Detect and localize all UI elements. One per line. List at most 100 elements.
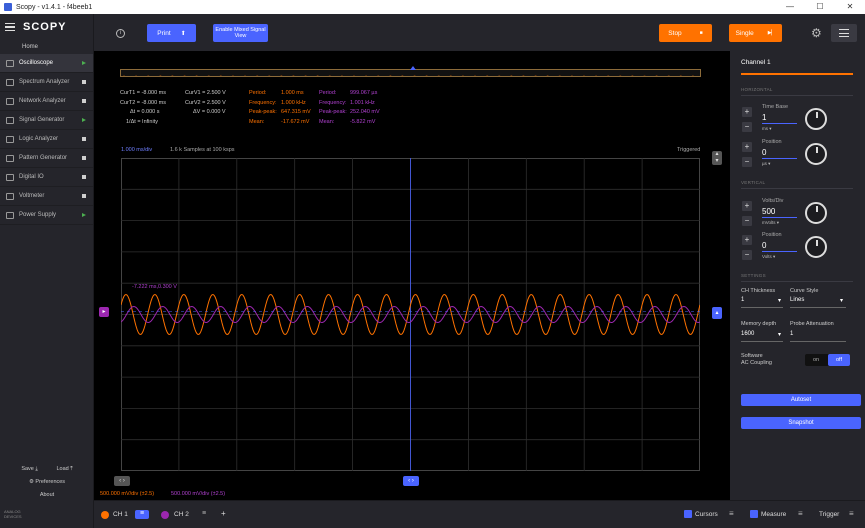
memory-depth-label: Memory depth xyxy=(741,321,777,327)
tool-item-digital-io[interactable]: Digital IO xyxy=(0,168,93,187)
toggle-on-option[interactable]: on xyxy=(805,354,827,366)
load-button[interactable]: Load ⤒ xyxy=(56,466,72,473)
curt2-readout: CurT2 = -8.000 ms xyxy=(120,99,167,106)
time-base-unit[interactable]: ms ▾ xyxy=(762,126,772,132)
tool-item-network-analyzer[interactable]: Network Analyzer xyxy=(0,92,93,111)
minimize-button[interactable]: — xyxy=(775,0,805,14)
tool-status-icon[interactable] xyxy=(82,61,86,65)
oscilloscope-plot-area: CurT1 = -8.000 ms CurT2 = -8.000 ms Δt =… xyxy=(94,51,730,500)
time-base-minus-button[interactable]: − xyxy=(742,122,752,132)
preferences-button[interactable]: ⚙ Preferences xyxy=(0,479,94,485)
tool-status-icon[interactable] xyxy=(82,156,86,160)
print-button[interactable]: Print ⬆ xyxy=(147,24,196,42)
horizontal-scroll-handle[interactable]: ‹ › xyxy=(114,476,130,486)
tool-item-oscilloscope[interactable]: Oscilloscope xyxy=(0,54,93,73)
tool-status-icon[interactable] xyxy=(82,194,86,198)
volts-div-unit[interactable]: mVolts ▾ xyxy=(762,220,779,226)
cursor-volt-readouts: CurV1 = 2.500 V CurV2 = 2.500 V ΔV = 0.0… xyxy=(185,89,226,118)
cursors-label[interactable]: Cursors xyxy=(695,511,718,518)
v-position-minus-button[interactable]: − xyxy=(742,250,752,260)
add-channel-button[interactable]: + xyxy=(221,509,226,518)
tool-status-icon[interactable] xyxy=(82,137,86,141)
measure-menu-button[interactable]: ≡ xyxy=(798,510,803,518)
volts-div-plus-button[interactable]: + xyxy=(742,201,752,211)
probe-attenuation-input[interactable]: 1 xyxy=(790,331,793,337)
general-settings-menu-button[interactable] xyxy=(831,24,857,42)
autoset-button[interactable]: Autoset xyxy=(741,394,861,406)
settings-gear-icon[interactable]: ⚙ xyxy=(811,27,822,39)
memory-depth-select[interactable]: 1600 ▾ xyxy=(741,331,781,338)
vertical-scroll-handle[interactable]: ▴ ▾ xyxy=(712,151,722,165)
buffer-preview-timeline[interactable] xyxy=(120,69,701,77)
trigger-label[interactable]: Trigger xyxy=(819,511,839,518)
tool-status-icon[interactable] xyxy=(82,175,86,179)
snapshot-button[interactable]: Snapshot xyxy=(741,417,861,429)
tool-status-icon[interactable] xyxy=(82,118,86,122)
h-position-plus-button[interactable]: + xyxy=(742,142,752,152)
h-position-minus-button[interactable]: − xyxy=(742,157,752,167)
trigger-time-handle[interactable]: ‹ › xyxy=(403,476,419,486)
v-position-value[interactable]: 0 xyxy=(762,241,766,250)
instrument-toolbar: i Print ⬆ Enable Mixed Signal View Stop … xyxy=(94,14,865,51)
tool-item-pattern-generator[interactable]: Pattern Generator xyxy=(0,149,93,168)
tool-status-icon[interactable] xyxy=(82,213,86,217)
volts-div-minus-button[interactable]: − xyxy=(742,216,752,226)
plot-canvas[interactable] xyxy=(120,158,701,471)
v-position-plus-button[interactable]: + xyxy=(742,235,752,245)
tool-status-icon[interactable] xyxy=(82,80,86,84)
time-base-value[interactable]: 1 xyxy=(762,113,766,122)
enable-mixed-signal-button[interactable]: Enable Mixed Signal View xyxy=(213,24,268,42)
h-position-knob[interactable] xyxy=(805,143,827,165)
tool-icon xyxy=(6,136,14,143)
tool-item-signal-generator[interactable]: Signal Generator xyxy=(0,111,93,130)
info-icon[interactable]: i xyxy=(116,29,125,38)
tool-item-logic-analyzer[interactable]: Logic Analyzer xyxy=(0,130,93,149)
v-position-knob[interactable] xyxy=(805,236,827,258)
h-position-unit[interactable]: µs ▾ xyxy=(762,161,770,167)
cursors-menu-button[interactable]: ≡ xyxy=(729,510,734,518)
tool-status-icon[interactable] xyxy=(82,99,86,103)
cursors-checkbox[interactable] xyxy=(684,510,692,518)
ch1-enable-toggle[interactable] xyxy=(101,511,109,519)
close-button[interactable]: ✕ xyxy=(835,0,865,14)
single-button[interactable]: Single ▶▏ xyxy=(729,24,782,42)
trigger-menu-button[interactable]: ≡ xyxy=(849,510,854,518)
ch2-label[interactable]: CH 2 xyxy=(174,511,189,518)
save-button[interactable]: Save ⤓ xyxy=(21,466,38,473)
ch1-period-value: 1.000 ms xyxy=(281,90,304,96)
curve-style-select[interactable]: Lines ▾ xyxy=(790,297,843,304)
ch2-menu-button[interactable]: ≡ xyxy=(197,510,211,519)
curv1-readout: CurV1 = 2.500 V xyxy=(185,90,226,96)
ch1-label[interactable]: CH 1 xyxy=(113,511,128,518)
v-position-unit[interactable]: Volts ▾ xyxy=(762,254,775,260)
maximize-button[interactable]: ☐ xyxy=(805,0,835,14)
software-ac-coupling-toggle[interactable]: on off xyxy=(805,354,850,366)
ch-thickness-select[interactable]: 1 ▾ xyxy=(741,297,781,304)
measure-label[interactable]: Measure xyxy=(761,511,786,518)
hamburger-menu-icon[interactable] xyxy=(5,23,15,31)
ch2-offset-handle[interactable]: ▸ xyxy=(99,307,109,317)
waveform-plot xyxy=(120,158,701,471)
stop-button[interactable]: Stop ■ xyxy=(659,24,712,42)
volts-div-value[interactable]: 500 xyxy=(762,207,775,216)
ch2-enable-toggle[interactable] xyxy=(161,511,169,519)
ch1-scale-label: 500.000 mV/div (±2.5) xyxy=(100,491,155,497)
about-button[interactable]: About xyxy=(0,492,94,498)
tool-item-power-supply[interactable]: Power Supply xyxy=(0,206,93,225)
time-base-knob[interactable] xyxy=(805,108,827,130)
ch1-mean-value: -17.672 mV xyxy=(281,118,310,125)
ch1-trigger-level-handle[interactable]: ▴ xyxy=(712,307,722,319)
tool-label: Power Supply xyxy=(19,212,57,218)
tool-list: Oscilloscope Spectrum Analyzer Network Ana… xyxy=(0,54,93,225)
ch1-menu-button[interactable]: ≡ xyxy=(135,510,149,519)
ch1-frequency-label: Frequency: xyxy=(249,99,277,106)
tool-item-spectrum-analyzer[interactable]: Spectrum Analyzer xyxy=(0,73,93,92)
tool-item-voltmeter[interactable]: Voltmeter xyxy=(0,187,93,206)
home-button[interactable]: Home xyxy=(0,40,93,54)
h-position-value[interactable]: 0 xyxy=(762,148,766,157)
volts-div-knob[interactable] xyxy=(805,202,827,224)
measure-checkbox[interactable] xyxy=(750,510,758,518)
toggle-off-option[interactable]: off xyxy=(828,354,850,366)
h-position-label: Position xyxy=(762,139,782,145)
time-base-plus-button[interactable]: + xyxy=(742,107,752,117)
